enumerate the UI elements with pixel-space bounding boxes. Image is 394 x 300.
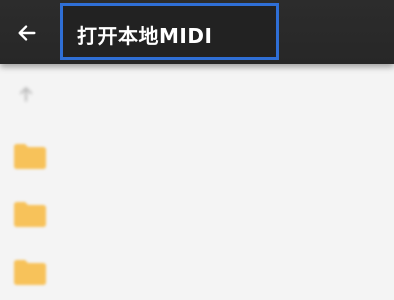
- list-item[interactable]: [0, 184, 394, 242]
- folder-list: [0, 126, 394, 300]
- list-item[interactable]: [0, 242, 394, 300]
- up-arrow-icon: [20, 87, 32, 102]
- parent-directory-row[interactable]: [0, 72, 394, 120]
- page-title: 打开本地MIDI: [77, 24, 213, 48]
- title-highlight-box: 打开本地MIDI: [60, 3, 279, 60]
- folder-icon: [14, 202, 46, 227]
- arrow-left-icon: [18, 25, 36, 41]
- folder-icon: [14, 260, 46, 285]
- back-button[interactable]: [14, 20, 40, 46]
- folder-icon: [14, 144, 46, 169]
- app-toolbar: 打开本地MIDI: [0, 0, 394, 64]
- list-item[interactable]: [0, 126, 394, 184]
